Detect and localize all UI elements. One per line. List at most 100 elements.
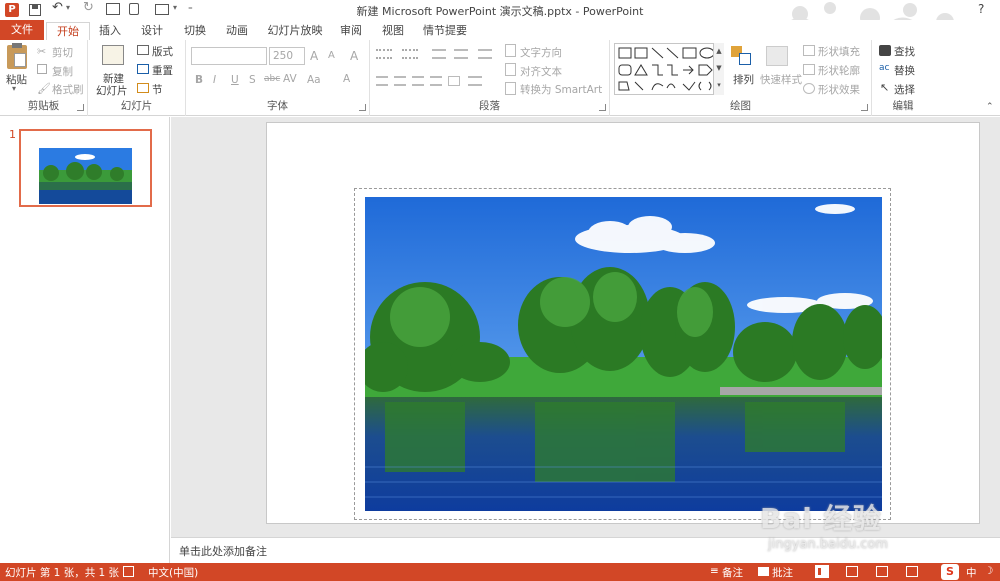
strikethrough-button[interactable]: abc (264, 74, 280, 84)
language-status[interactable]: 中文(中国) (148, 565, 198, 580)
notes-toggle-icon[interactable]: ≡ (710, 565, 719, 577)
distributed-icon[interactable] (448, 76, 460, 86)
copy-icon[interactable] (37, 64, 47, 74)
shape-effects-icon (803, 83, 815, 94)
reset-button[interactable]: 重置 (152, 63, 173, 78)
editing-group: 查找 ac 替换 ↖ 选择 编辑 (872, 40, 934, 116)
clipboard-launcher-icon[interactable] (77, 104, 84, 111)
align-text-icon (505, 63, 516, 76)
font-name-field[interactable] (191, 47, 267, 65)
cut-icon[interactable]: ✂ (37, 45, 46, 58)
shapes-gallery[interactable] (614, 43, 724, 95)
tab-review[interactable]: 审阅 (336, 22, 366, 40)
find-button[interactable]: 查找 (894, 44, 915, 59)
columns-icon[interactable] (468, 76, 482, 86)
decrease-indent-icon[interactable] (432, 49, 446, 59)
slide-thumbnail[interactable] (19, 129, 152, 207)
notes-placeholder[interactable]: 单击此处添加备注 (179, 543, 267, 559)
align-center-icon[interactable] (394, 76, 406, 86)
slideshow-view-icon[interactable] (906, 566, 918, 577)
font-launcher-icon[interactable] (359, 104, 366, 111)
notes-toggle-button[interactable]: 备注 (722, 565, 743, 580)
tab-slideshow[interactable]: 幻灯片放映 (265, 22, 325, 40)
line-spacing-icon[interactable] (478, 49, 492, 59)
slide-count-status[interactable]: 幻灯片 第 1 张，共 1 张 (5, 565, 119, 580)
format-painter-button[interactable]: 格式刷 (52, 82, 84, 97)
landscape-picture[interactable] (365, 197, 882, 511)
tab-animations[interactable]: 动画 (222, 22, 252, 40)
tab-storyboarding[interactable]: 情节提要 (421, 22, 469, 40)
shape-effects-button[interactable]: 形状效果 (818, 82, 860, 97)
tab-transitions[interactable]: 切换 (180, 22, 210, 40)
slide-thumbnail-pane: 1 (0, 117, 170, 563)
replace-button[interactable]: 替换 (894, 63, 915, 78)
find-icon (879, 45, 891, 56)
drawing-launcher-icon[interactable] (861, 104, 868, 111)
watermark-line1: Bai 经验 (760, 502, 882, 535)
cut-button[interactable]: 剪切 (52, 45, 73, 60)
increase-indent-icon[interactable] (454, 49, 468, 59)
align-right-icon[interactable] (412, 76, 424, 86)
justify-icon[interactable] (430, 76, 442, 86)
spell-check-icon[interactable] (123, 566, 134, 577)
quick-styles-button[interactable]: 快速样式 (760, 72, 802, 87)
smartart-icon (505, 82, 516, 95)
shrink-font-button[interactable]: A (328, 50, 335, 61)
slide-sorter-icon[interactable] (846, 566, 858, 577)
sogou-ime-icon[interactable]: S (941, 564, 959, 580)
comments-button[interactable]: 批注 (772, 565, 793, 580)
shadow-button[interactable]: S (249, 74, 256, 86)
collapse-ribbon-icon[interactable]: ⌃ (986, 102, 994, 112)
tab-file[interactable]: 文件 (0, 20, 44, 40)
ime-language-indicator[interactable]: 中 (966, 565, 977, 580)
arrange-button[interactable]: 排列 (733, 72, 754, 87)
paragraph-launcher-icon[interactable] (599, 104, 606, 111)
drawing-group: ▲ ▼ ▾ 排列 快速样式 形状填充 形状轮廓 形状效果 绘图 (610, 40, 872, 116)
layout-button[interactable]: 版式 (152, 44, 173, 59)
char-spacing-button[interactable]: AV (283, 73, 297, 85)
italic-button[interactable]: I (213, 74, 216, 86)
copy-button[interactable]: 复制 (52, 64, 73, 79)
shape-fill-button[interactable]: 形状填充 (818, 44, 860, 59)
paragraph-group-label: 段落 (479, 100, 500, 112)
tab-insert[interactable]: 插入 (95, 22, 125, 40)
section-button[interactable]: 节 (152, 82, 163, 97)
text-direction-button[interactable]: 文字方向 (520, 45, 562, 60)
quick-styles-icon (766, 46, 788, 66)
select-button[interactable]: 选择 (894, 82, 915, 97)
grow-font-button[interactable]: A (310, 49, 318, 63)
shape-outline-button[interactable]: 形状轮廓 (818, 63, 860, 78)
align-text-button[interactable]: 对齐文本 (520, 64, 562, 79)
tab-view[interactable]: 视图 (378, 22, 408, 40)
convert-smartart-button[interactable]: 转换为 SmartArt (520, 82, 602, 97)
select-icon: ↖ (880, 81, 890, 94)
thumbnail-image (39, 148, 132, 204)
new-slide-icon (102, 45, 124, 65)
normal-view-icon[interactable] (815, 565, 829, 578)
new-slide-label-2[interactable]: 幻灯片 (96, 83, 128, 98)
format-painter-icon[interactable]: 🖌 (37, 82, 51, 95)
tab-design[interactable]: 设计 (137, 22, 167, 40)
bullets-icon[interactable] (376, 49, 392, 59)
paste-button[interactable]: 粘贴 (6, 72, 27, 87)
bold-button[interactable]: B (195, 74, 203, 86)
change-case-button[interactable]: Aa (307, 74, 321, 86)
font-size-field[interactable]: 250 (269, 47, 305, 65)
font-group: 250 A A A B I U S abc AV Aa A 字体 (186, 40, 370, 116)
comments-icon[interactable] (758, 567, 769, 576)
shapes-more-icon[interactable]: ▲ ▼ ▾ (713, 43, 724, 95)
help-button[interactable]: ? (978, 2, 984, 16)
status-bar: 幻灯片 第 1 张，共 1 张 中文(中国) ≡ 备注 批注 S 中 ☽ (0, 563, 1000, 581)
align-left-icon[interactable] (376, 76, 388, 86)
underline-button[interactable]: U (231, 74, 239, 86)
font-group-label: 字体 (267, 100, 288, 112)
shape-icons (618, 47, 715, 91)
font-color-button[interactable]: A (343, 73, 350, 85)
ime-mode-icon[interactable]: ☽ (984, 565, 993, 577)
clear-format-button[interactable]: A (350, 49, 358, 63)
slide-canvas[interactable] (266, 122, 980, 524)
reading-view-icon[interactable] (876, 566, 888, 577)
numbering-icon[interactable] (402, 49, 418, 59)
shape-outline-icon (803, 64, 815, 75)
tab-home[interactable]: 开始 (46, 22, 90, 41)
